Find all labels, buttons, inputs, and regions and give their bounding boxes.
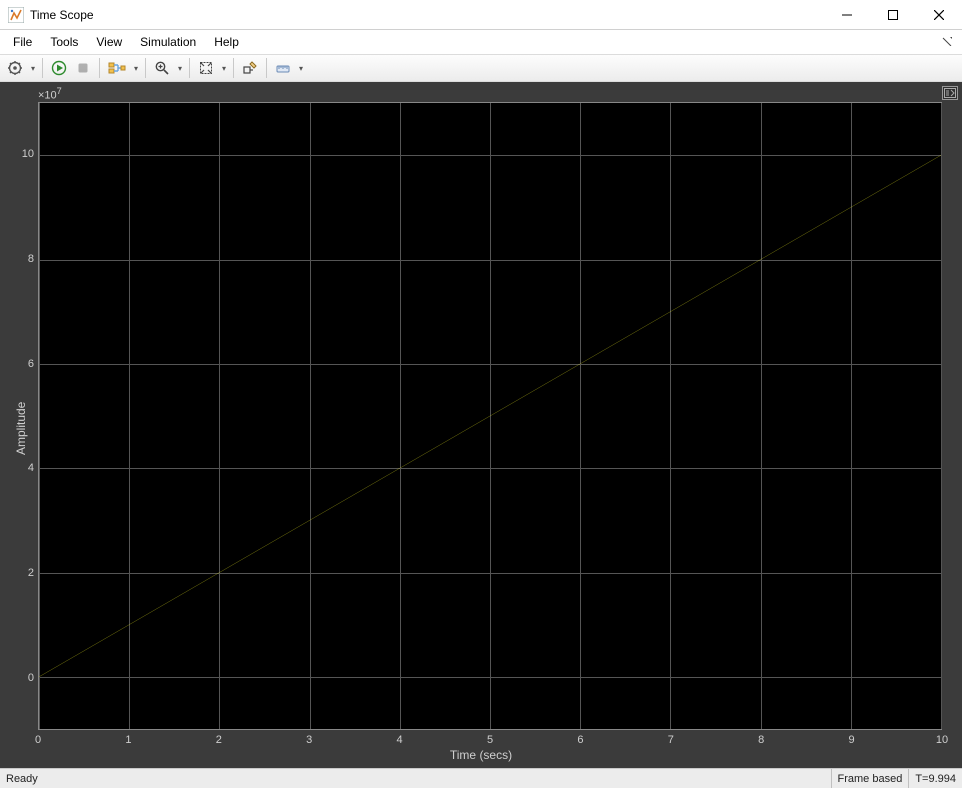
- x-tick-label: 3: [306, 734, 312, 746]
- y-tick-label: 8: [4, 253, 34, 265]
- signal-selector-button[interactable]: [105, 57, 129, 79]
- status-ready: Ready: [0, 773, 831, 785]
- toolbar-separator: [266, 58, 267, 78]
- toolbar-separator: [189, 58, 190, 78]
- scope-legend-toggle-icon[interactable]: [942, 86, 958, 100]
- x-tick-label: 5: [487, 734, 493, 746]
- signal-selector-dropdown-icon[interactable]: ▾: [132, 64, 140, 73]
- x-tick-label: 7: [668, 734, 674, 746]
- y-tick-label: 0: [4, 672, 34, 684]
- measurements-button[interactable]: [272, 57, 294, 79]
- minimize-button[interactable]: [824, 0, 870, 30]
- measurements-dropdown-icon[interactable]: ▾: [297, 64, 305, 73]
- toolbar-separator: [99, 58, 100, 78]
- x-axis-label: Time (secs): [450, 748, 512, 762]
- y-tick-label: 10: [4, 148, 34, 160]
- y-axis-exponent: ×107: [38, 86, 62, 102]
- close-button[interactable]: [916, 0, 962, 30]
- configuration-dropdown-icon[interactable]: ▾: [29, 64, 37, 73]
- statusbar: Ready Frame based T=9.994: [0, 768, 962, 788]
- run-button[interactable]: [48, 57, 70, 79]
- configuration-button[interactable]: [4, 57, 26, 79]
- y-axis-exponent-base: ×10: [38, 90, 57, 102]
- y-tick-label: 4: [4, 462, 34, 474]
- y-tick-label: 2: [4, 567, 34, 579]
- menu-overflow-icon[interactable]: [936, 36, 958, 49]
- app-icon: [8, 7, 24, 23]
- signal-trace: [39, 103, 941, 729]
- x-tick-label: 0: [35, 734, 41, 746]
- plot-panel[interactable]: [38, 102, 942, 730]
- zoom-button[interactable]: [151, 57, 173, 79]
- toolbar: ▾ ▾ ▾ ▾: [0, 54, 962, 82]
- window-title: Time Scope: [30, 8, 824, 22]
- autoscale-dropdown-icon[interactable]: ▾: [220, 64, 228, 73]
- y-axis-exponent-power: 7: [57, 86, 62, 96]
- y-axis-label: Amplitude: [14, 402, 28, 455]
- x-tick-label: 9: [849, 734, 855, 746]
- menu-simulation[interactable]: Simulation: [131, 32, 205, 52]
- menubar: File Tools View Simulation Help: [0, 30, 962, 54]
- highlight-simulink-button[interactable]: [239, 57, 261, 79]
- x-tick-label: 1: [125, 734, 131, 746]
- menu-view[interactable]: View: [87, 32, 131, 52]
- toolbar-separator: [42, 58, 43, 78]
- toolbar-separator: [145, 58, 146, 78]
- zoom-dropdown-icon[interactable]: ▾: [176, 64, 184, 73]
- grid-line: [941, 103, 942, 729]
- x-tick-label: 2: [216, 734, 222, 746]
- titlebar: Time Scope: [0, 0, 962, 30]
- x-tick-label: 6: [577, 734, 583, 746]
- menu-tools[interactable]: Tools: [41, 32, 87, 52]
- stop-button[interactable]: [72, 57, 94, 79]
- status-framing: Frame based: [831, 769, 909, 788]
- x-tick-label: 10: [936, 734, 948, 746]
- toolbar-separator: [233, 58, 234, 78]
- x-tick-label: 4: [397, 734, 403, 746]
- autoscale-button[interactable]: [195, 57, 217, 79]
- y-tick-label: 6: [4, 358, 34, 370]
- x-tick-label: 8: [758, 734, 764, 746]
- scope-area: ×107 0 1 2 3 4 5 6 7 8: [0, 82, 962, 768]
- menu-help[interactable]: Help: [205, 32, 248, 52]
- maximize-button[interactable]: [870, 0, 916, 30]
- status-time: T=9.994: [908, 769, 962, 788]
- menu-file[interactable]: File: [4, 32, 41, 52]
